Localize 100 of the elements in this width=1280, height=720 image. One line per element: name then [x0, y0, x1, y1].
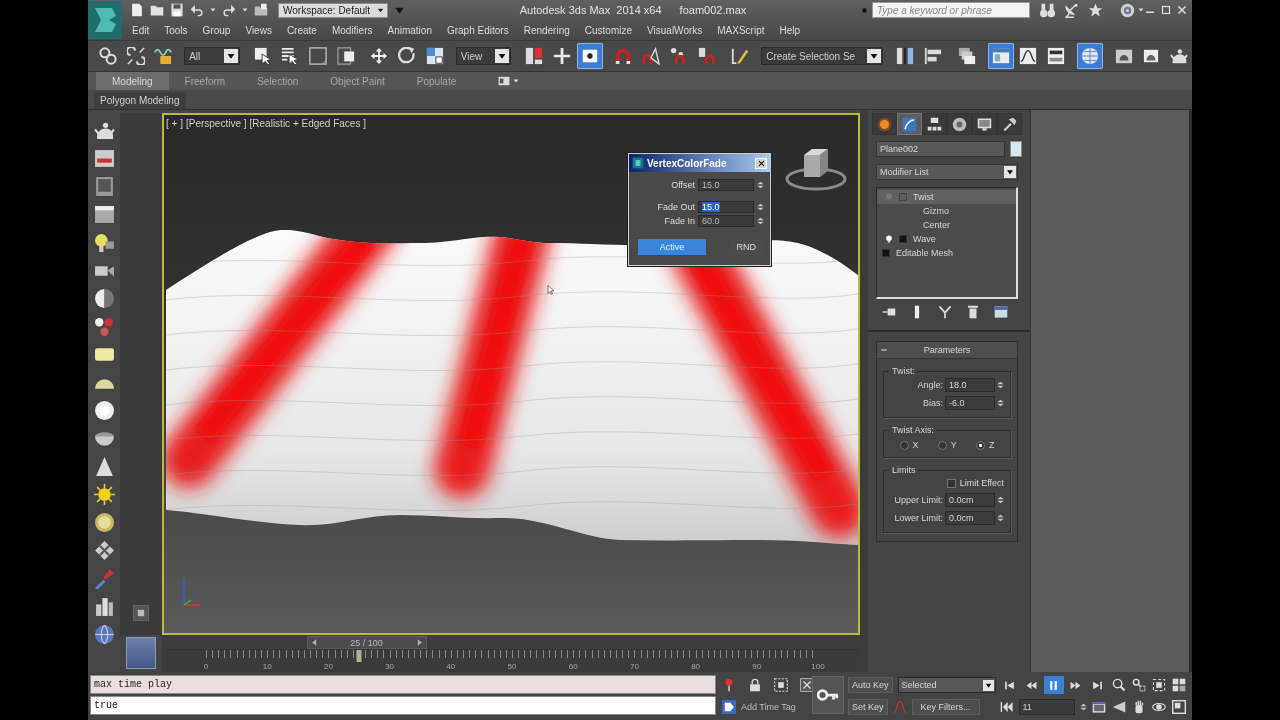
radio-button[interactable]	[975, 440, 985, 450]
satellite-dish-icon[interactable]	[1064, 2, 1079, 18]
ribbon-tab[interactable]: Modeling	[96, 72, 169, 90]
spinner-arrows-icon[interactable]	[757, 201, 764, 213]
menu-item[interactable]: Help	[779, 24, 801, 36]
brush-icon[interactable]	[93, 568, 115, 589]
command-panel-tab[interactable]	[897, 113, 922, 135]
modifier-stack-item[interactable]: Wave	[877, 232, 1016, 246]
shortcut-button[interactable]	[576, 43, 603, 69]
disc-icon[interactable]	[93, 512, 115, 533]
light-bulb-icon[interactable]	[93, 232, 115, 253]
number-field[interactable]: 60.0	[698, 215, 754, 227]
spinner-arrows-icon[interactable]	[997, 379, 1004, 391]
command-panel-tab[interactable]	[947, 113, 972, 135]
set-key-button[interactable]: Set Key	[848, 699, 888, 715]
spinner-arrows-icon[interactable]	[997, 512, 1004, 524]
sub-object-item[interactable]: Gizmo	[877, 204, 1016, 218]
object-name-field[interactable]: Plane002	[876, 141, 1005, 157]
menu-item[interactable]: Animation	[387, 24, 432, 36]
globe-icon[interactable]	[93, 624, 115, 645]
expand-toggle[interactable]	[899, 235, 907, 243]
redo-arrow-icon[interactable]	[222, 3, 236, 17]
dot-cluster-icon[interactable]	[93, 316, 115, 337]
frame-field[interactable]: 11	[1018, 699, 1075, 715]
caret-icon[interactable]	[513, 78, 520, 84]
add-time-tag-label[interactable]: Add Time Tag	[741, 702, 796, 712]
window-toggle-icon[interactable]	[498, 75, 511, 87]
help-icon[interactable]	[1120, 2, 1135, 18]
key-mode-dropdown[interactable]: Selected	[897, 677, 996, 693]
square-frame-icon[interactable]	[1171, 700, 1186, 714]
play-button[interactable]	[1043, 676, 1064, 694]
cone-icon[interactable]	[93, 456, 115, 477]
light-bulb-icon[interactable]	[885, 234, 893, 244]
tag-tile-icon[interactable]	[722, 700, 736, 714]
number-field[interactable]: 0.0cm	[945, 511, 995, 525]
four-squares-icon[interactable]	[1171, 678, 1186, 692]
binoculars-icon[interactable]	[1040, 2, 1055, 18]
material-button[interactable]	[1077, 43, 1103, 69]
toolbar-dropdown[interactable]: View	[455, 47, 512, 65]
bar-chart-icon[interactable]	[93, 596, 115, 617]
menu-item[interactable]: VisualWorks	[647, 24, 703, 36]
viewport-label[interactable]: [Realistic + Edged Faces ]	[249, 118, 366, 129]
dark-panel-icon[interactable]	[93, 176, 115, 197]
magnifier-icon[interactable]	[1111, 678, 1126, 692]
menu-item[interactable]: Views	[245, 24, 272, 36]
modifier-list-dropdown[interactable]: Modifier List	[876, 164, 1018, 180]
folder-icon[interactable]	[150, 3, 164, 17]
spinner-arrows-icon[interactable]	[757, 179, 764, 191]
toolbar-dropdown[interactable]: All	[184, 47, 240, 65]
expand-toggle[interactable]	[899, 193, 907, 201]
dialog-button[interactable]: Active	[638, 239, 706, 255]
four-diamonds-icon[interactable]	[93, 540, 115, 561]
rollout-header[interactable]: Parameters	[877, 342, 1017, 359]
picture-panel-icon[interactable]	[93, 148, 115, 169]
magnifier-box-icon[interactable]	[1131, 678, 1146, 692]
viewport[interactable]: [ + ] [Perspective ] [Realistic + Edged Faces ] VertexColorFade Offset 15.0 Fade Out 15.0 Fade In 60.0 Active RND	[162, 113, 860, 635]
sun-icon[interactable]	[93, 484, 115, 505]
time-slider-thumb[interactable]: 25 / 100	[306, 636, 427, 649]
small-window-icon[interactable]	[1091, 700, 1106, 714]
caret-icon[interactable]	[1138, 7, 1144, 13]
workspace-dropdown[interactable]: Workspace: Default	[278, 2, 388, 18]
viewport-label[interactable]: [ + ]	[166, 118, 183, 129]
number-field[interactable]: 15.0	[698, 201, 754, 213]
command-panel-tab[interactable]	[872, 113, 897, 135]
lock-icon[interactable]	[748, 678, 762, 692]
menu-item[interactable]: Modifiers	[331, 24, 373, 36]
blank-page-icon[interactable]	[130, 3, 144, 17]
command-panel-tab[interactable]	[922, 113, 947, 135]
window-list-icon[interactable]	[994, 305, 1008, 319]
command-panel-tab[interactable]	[997, 113, 1022, 135]
star-icon[interactable]	[1088, 2, 1103, 18]
spinner-arrows-icon[interactable]	[997, 397, 1004, 409]
number-field[interactable]: 15.0	[698, 179, 754, 191]
modifier-stack-item[interactable]: Editable Mesh	[877, 246, 1016, 260]
color-swatch-icon[interactable]	[1010, 141, 1022, 157]
toolbar-dropdown[interactable]: Create Selection Se	[761, 47, 883, 65]
sub-object-item[interactable]: Center	[877, 218, 1016, 232]
checkbox[interactable]	[946, 478, 956, 488]
orbit-icon[interactable]	[1151, 700, 1166, 714]
radio-button[interactable]	[899, 440, 909, 450]
modifier-stack-item[interactable]: Twist	[877, 190, 1016, 204]
menu-item[interactable]: Customize	[584, 24, 633, 36]
close-button[interactable]	[755, 157, 767, 169]
sphere-icon[interactable]	[93, 400, 115, 421]
small-square-button[interactable]	[133, 605, 149, 621]
viewport-label[interactable]: [Perspective ]	[185, 118, 247, 129]
menu-item[interactable]: Graph Editors	[446, 24, 509, 36]
spinner-arrows-icon[interactable]	[997, 494, 1004, 506]
menu-item[interactable]: Edit	[132, 24, 150, 36]
ribbon-button[interactable]	[987, 43, 1014, 69]
half-shaded-circle-icon[interactable]	[93, 288, 115, 309]
bar-double-arrow-icon[interactable]	[999, 700, 1014, 714]
ribbon-panel-tab[interactable]: Polygon Modeling	[94, 92, 186, 109]
menu-item[interactable]: Create	[286, 24, 317, 36]
key-filters-button[interactable]: Key Filters...	[911, 699, 980, 715]
teapot-icon[interactable]	[93, 120, 115, 141]
key-button[interactable]	[812, 676, 844, 714]
bin-icon[interactable]	[966, 305, 980, 319]
radio-button[interactable]	[937, 440, 947, 450]
spinner-arrows-icon[interactable]	[757, 215, 764, 227]
